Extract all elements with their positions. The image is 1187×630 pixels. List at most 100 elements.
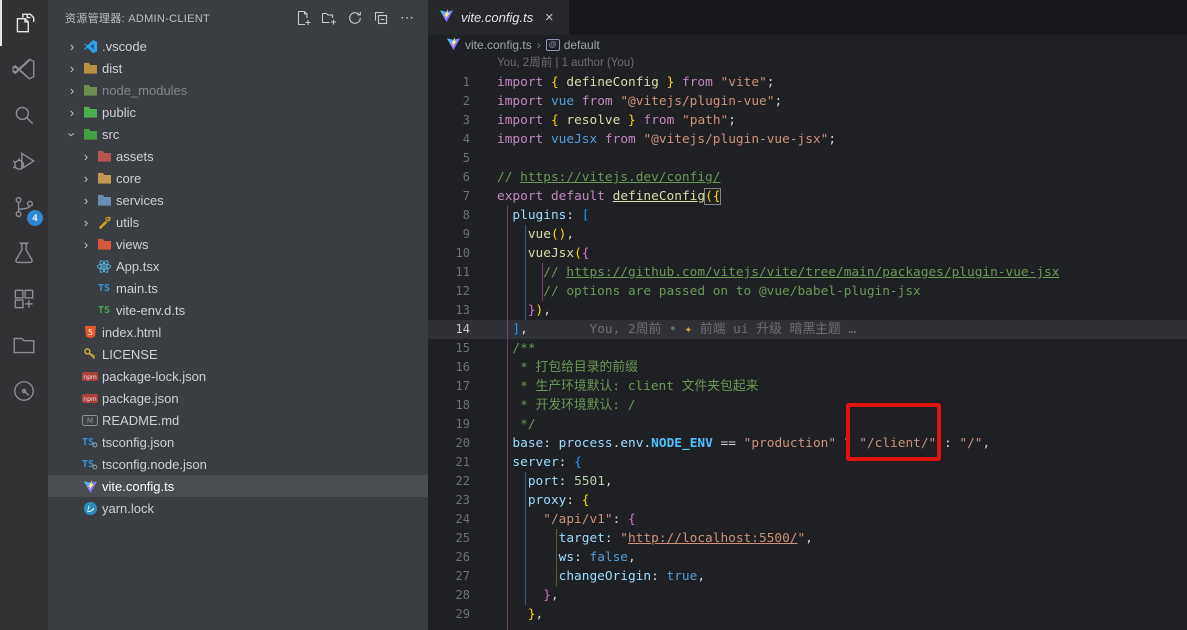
code-line-17[interactable]: 17 * 生产环境默认: client 文件夹包起来: [428, 377, 1187, 396]
code-line-5[interactable]: 5: [428, 149, 1187, 168]
tsgear-file-icon: TS: [80, 458, 100, 470]
tree-item-App.tsx[interactable]: App.tsx: [48, 255, 428, 277]
testing-flask-icon[interactable]: [0, 230, 48, 276]
tree-item-core[interactable]: ›core: [48, 167, 428, 189]
code-line-29[interactable]: 29 },: [428, 605, 1187, 624]
code-text: import { defineConfig } from "vite";: [497, 73, 775, 92]
react-file-icon: [94, 259, 114, 274]
key-file-icon: [80, 347, 100, 361]
collapse-folders-icon[interactable]: [370, 7, 392, 29]
code-line-24[interactable]: 24 "/api/v1": {: [428, 510, 1187, 529]
visual-studio-icon[interactable]: [0, 46, 48, 92]
code-line-13[interactable]: 13 }),: [428, 301, 1187, 320]
code-text: proxy: {: [497, 491, 590, 510]
explorer-icon[interactable]: [0, 0, 48, 46]
tree-item-index.html[interactable]: 5index.html: [48, 321, 428, 343]
line-number: 10: [428, 244, 470, 263]
search-icon[interactable]: [0, 92, 48, 138]
line-number: 13: [428, 301, 470, 320]
chevron-icon: ›: [64, 105, 80, 120]
code-line-26[interactable]: 26 ws: false,: [428, 548, 1187, 567]
git-graph-icon[interactable]: [0, 368, 48, 414]
code-line-3[interactable]: 3import { resolve } from "path";: [428, 111, 1187, 130]
project-folder-icon[interactable]: [0, 322, 48, 368]
new-file-icon[interactable]: [292, 7, 314, 29]
breadcrumb: vite.config.ts › @ default: [428, 35, 1187, 54]
tree-item-dist[interactable]: ›dist: [48, 57, 428, 79]
tree-item-assets[interactable]: ›assets: [48, 145, 428, 167]
tree-item-README.md[interactable]: MREADME.md: [48, 409, 428, 431]
code-line-1[interactable]: 1import { defineConfig } from "vite";: [428, 73, 1187, 92]
run-debug-icon[interactable]: [0, 138, 48, 184]
bracket-guide: [507, 206, 508, 630]
codelens-blame[interactable]: You, 2周前 | 1 author (You): [497, 54, 1187, 73]
code-line-19[interactable]: 19 */: [428, 415, 1187, 434]
code-line-16[interactable]: 16 * 打包给目录的前缀: [428, 358, 1187, 377]
tree-item-services[interactable]: ›services: [48, 189, 428, 211]
tree-item-label: public: [102, 105, 136, 120]
code-line-7[interactable]: 7export default defineConfig({: [428, 187, 1187, 206]
tree-item-utils[interactable]: ›utils: [48, 211, 428, 233]
tree-item-label: node_modules: [102, 83, 187, 98]
tree-item-vite.config.ts[interactable]: vite.config.ts: [48, 475, 428, 497]
line-number: 12: [428, 282, 470, 301]
tree-item-node_modules[interactable]: ›node_modules: [48, 79, 428, 101]
breadcrumb-symbol-default[interactable]: @ default: [546, 38, 600, 52]
tree-item-label: vite-env.d.ts: [116, 303, 185, 318]
breadcrumb-file[interactable]: vite.config.ts: [446, 36, 532, 54]
code-line-10[interactable]: 10 vueJsx({: [428, 244, 1187, 263]
code-line-15[interactable]: 15 /**: [428, 339, 1187, 358]
code-line-27[interactable]: 27 changeOrigin: true,: [428, 567, 1187, 586]
tree-item-main.ts[interactable]: TSmain.ts: [48, 277, 428, 299]
code-line-4[interactable]: 4import vueJsx from "@vitejs/plugin-vue-…: [428, 130, 1187, 149]
tree-item-public[interactable]: › public: [48, 101, 428, 123]
tree-item-src[interactable]: ›src: [48, 123, 428, 145]
line-number: 17: [428, 377, 470, 396]
tsgear-file-icon: TS: [80, 436, 100, 448]
extensions-icon[interactable]: [0, 276, 48, 322]
npm-file-icon: npm: [80, 394, 100, 403]
tree-item-yarn.lock[interactable]: yarn.lock: [48, 497, 428, 519]
code-line-22[interactable]: 22 port: 5501,: [428, 472, 1187, 491]
code-line-2[interactable]: 2import vue from "@vitejs/plugin-vue";: [428, 92, 1187, 111]
tree-item-label: .vscode: [102, 39, 147, 54]
code-line-21[interactable]: 21 server: {: [428, 453, 1187, 472]
chevron-icon: ›: [64, 61, 80, 76]
npm-file-icon: npm: [80, 372, 100, 381]
svg-text:5: 5: [87, 328, 92, 337]
code-line-23[interactable]: 23 proxy: {: [428, 491, 1187, 510]
code-text: base: process.env.NODE_ENV == "productio…: [497, 434, 990, 453]
line-number: 24: [428, 510, 470, 529]
tree-item-vite-env.d.ts[interactable]: TSvite-env.d.ts: [48, 299, 428, 321]
code-line-14[interactable]: 14 ], You, 2周前 • ✦ 前端 ui 升级 暗黑主题 …: [428, 320, 1187, 339]
vscode-file-icon: [80, 39, 100, 54]
svg-text:npm: npm: [83, 374, 97, 381]
explorer-sidebar: 资源管理器: ADMIN-CLIENT ⋯ ›.vscode›dist›node…: [48, 0, 428, 630]
refresh-icon[interactable]: [344, 7, 366, 29]
tree-item-views[interactable]: ›views: [48, 233, 428, 255]
tab-vite-config[interactable]: vite.config.ts ×: [428, 0, 569, 35]
tree-item-tsconfig.node.json[interactable]: TStsconfig.node.json: [48, 453, 428, 475]
tree-item-package-lock.json[interactable]: npmpackage-lock.json: [48, 365, 428, 387]
code-line-8[interactable]: 8 plugins: [: [428, 206, 1187, 225]
new-folder-icon[interactable]: [318, 7, 340, 29]
code-editor[interactable]: You, 2周前 | 1 author (You) 1import { defi…: [428, 54, 1187, 624]
source-control-icon[interactable]: 4: [0, 184, 48, 230]
line-number: 26: [428, 548, 470, 567]
tree-item-label: services: [116, 193, 164, 208]
code-line-28[interactable]: 28 },: [428, 586, 1187, 605]
tree-item-package.json[interactable]: npmpackage.json: [48, 387, 428, 409]
code-line-18[interactable]: 18 * 开发环境默认: /: [428, 396, 1187, 415]
code-line-6[interactable]: 6// https://vitejs.dev/config/: [428, 168, 1187, 187]
more-actions-icon[interactable]: ⋯: [396, 7, 418, 29]
tree-item-.vscode[interactable]: ›.vscode: [48, 35, 428, 57]
code-line-25[interactable]: 25 target: "http://localhost:5500/",: [428, 529, 1187, 548]
md-file-icon: M: [80, 415, 100, 426]
tree-item-LICENSE[interactable]: LICENSE: [48, 343, 428, 365]
code-line-9[interactable]: 9 vue(),: [428, 225, 1187, 244]
code-line-20[interactable]: 20 base: process.env.NODE_ENV == "produc…: [428, 434, 1187, 453]
code-text: vue(),: [497, 225, 574, 244]
tree-item-tsconfig.json[interactable]: TStsconfig.json: [48, 431, 428, 453]
code-text: * 开发环境默认: /: [497, 396, 635, 415]
close-icon[interactable]: ×: [540, 9, 558, 26]
